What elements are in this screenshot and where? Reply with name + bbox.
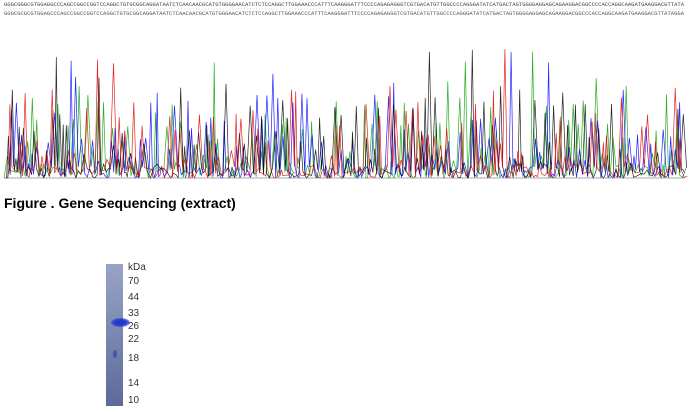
gel-lane [106, 264, 130, 406]
gel-smear-spot [113, 350, 117, 358]
marker-18: 18 [128, 353, 140, 364]
trace-A [3, 51, 687, 180]
trace-group [3, 49, 688, 180]
base-sequence-bottom: GGGCGCGCGTGGAGCCCAGCCGGCCGGTCCAGGCTGTGCG… [4, 10, 685, 17]
marker-33: 33 [128, 308, 140, 319]
base-sequence-top: GGGCGGGCGTGGAGGCCCAGCCGGCCGGTCCAGGCTGTGC… [4, 1, 685, 8]
marker-14: 14 [128, 378, 140, 389]
marker-10: 10 [128, 395, 140, 406]
marker-44: 44 [128, 292, 140, 303]
figure-caption: Figure . Gene Sequencing (extract) [4, 195, 236, 211]
marker-70: 70 [128, 276, 140, 287]
marker-22: 22 [128, 334, 140, 345]
sds-page-gel: kDa 70 44 33 26 22 18 14 10 [100, 262, 160, 408]
sequencing-chromatogram: GGGCGGGCGTGGAGGCCCAGCCGGCCGGTCCAGGCTGTGC… [3, 1, 688, 180]
marker-26: 26 [128, 321, 140, 332]
kda-unit-label: kDa [128, 262, 146, 273]
